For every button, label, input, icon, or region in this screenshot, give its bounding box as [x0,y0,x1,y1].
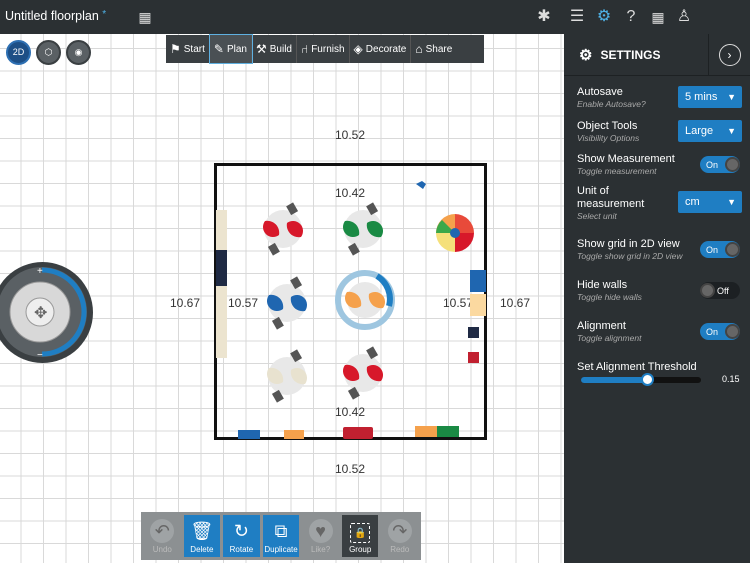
slider-thumb[interactable] [641,373,654,386]
heart-icon: ♥ [308,519,333,543]
button-label: Like? [311,545,331,554]
table-group[interactable] [343,346,383,400]
chevron-right-icon: › [718,44,741,66]
button-label: Redo [390,545,410,554]
stool[interactable] [468,352,479,363]
menu-icon[interactable]: ☰ [566,6,588,28]
setting-label: Set Alignment Threshold [577,361,697,373]
threshold-value: 0.15 [722,374,740,384]
svg-text:−: − [37,350,43,361]
dropdown-value: 5 mins [685,91,718,103]
button-label: Undo [152,545,172,554]
cabinet[interactable] [415,426,437,437]
toggle-text: Off [717,285,729,296]
setting-threshold: Set Alignment Threshold [577,361,742,374]
button-label: Duplicate [264,545,298,554]
toggle-text: On [706,326,719,337]
round-rug[interactable] [436,214,474,252]
toggle-knob [725,324,740,339]
group-button[interactable]: 🔒 Group [341,515,379,557]
alignment-toggle[interactable]: On [700,323,740,340]
rotate-icon: ↻ [233,520,249,541]
setting-show-measurement: Show Measurement Toggle measurement On [577,153,742,177]
setting-autosave: Autosave Enable Autosave? 5 mins ▼ [577,86,742,110]
user-icon[interactable]: ♙ [673,6,695,28]
table-group[interactable] [267,276,307,330]
cabinet[interactable] [238,430,260,439]
button-label: Group [349,545,372,554]
svg-text:✥: ✥ [34,305,47,322]
cabinet[interactable] [470,294,486,316]
setting-label: Unit of measurement [577,185,645,210]
button-label: Delete [190,545,214,554]
caret-down-icon: ▼ [727,126,736,136]
help-icon[interactable]: ? [620,6,642,28]
dropdown-value: Large [685,125,714,137]
settings-title: SETTINGS [600,47,661,62]
setting-hide-walls: Hide walls Toggle hide walls Off [577,279,742,303]
duplicate-icon: ⧉ [274,520,288,541]
gear-icon: ⚙ [579,46,593,64]
table-group-selected[interactable] [335,270,395,330]
setting-unit: Unit of measurement Select unit cm ▼ [577,185,742,222]
settings-icon[interactable]: ⚙ [593,6,615,28]
catalog-icon[interactable]: ▦ [647,6,669,28]
table-group[interactable] [267,349,307,403]
toggle-knob [700,283,715,298]
slider-fill [581,377,647,383]
unit-dropdown[interactable]: cm ▼ [678,191,742,213]
toggle-knob [725,242,740,257]
like-button[interactable]: ♥ Like? [302,515,339,557]
settings-next-button[interactable]: › [708,34,750,76]
caret-down-icon: ▼ [727,197,736,207]
table-group[interactable] [263,202,303,256]
cabinet[interactable] [343,427,373,439]
show-measurement-toggle[interactable]: On [700,156,740,173]
redo-icon: ↷ [387,519,412,543]
plant[interactable] [416,181,426,189]
cabinet[interactable] [470,270,486,292]
delete-button[interactable]: 🗑 Delete [183,515,221,557]
cabinet[interactable] [284,430,304,439]
bottom-toolbar: ↶ Undo 🗑 Delete ↻ Rotate ⧉ Duplicate ♥ Like? … [141,512,421,560]
navigation-joystick[interactable]: ✥ + − [0,262,93,363]
redo-button[interactable]: ↷ Redo [381,515,418,557]
bench[interactable] [216,250,227,286]
toggle-knob [725,157,740,172]
show-grid-toggle[interactable]: On [700,241,740,258]
toggle-text: On [706,244,719,255]
toggle-text: On [706,159,719,170]
joystick-graphic: ✥ + − [0,266,87,361]
threshold-slider[interactable] [581,373,701,386]
object-tools-dropdown[interactable]: Large ▼ [678,120,742,142]
autosave-dropdown[interactable]: 5 mins ▼ [678,86,742,108]
stool[interactable] [468,327,479,338]
svg-text:+: + [37,266,43,277]
table-group[interactable] [343,202,383,256]
undo-button[interactable]: ↶ Undo [144,515,181,557]
duplicate-button[interactable]: ⧉ Duplicate [262,515,300,557]
dropdown-value: cm [685,196,700,208]
undo-icon: ↶ [150,519,175,543]
caret-down-icon: ▼ [727,92,736,102]
hide-walls-toggle[interactable]: Off [700,282,740,299]
settings-panel: ⚙ SETTINGS › Autosave Enable Autosave? 5 … [564,34,750,563]
trash-icon: 🗑 [190,520,214,541]
button-label: Rotate [229,545,254,554]
bench[interactable] [216,286,227,358]
setting-object-tools: Object Tools Visibility Options Large ▼ [577,120,742,144]
rotate-button[interactable]: ↻ Rotate [223,515,260,557]
setting-alignment: Alignment Toggle alignment On [577,320,742,344]
cabinet[interactable] [437,426,459,437]
setting-show-grid: Show grid in 2D view Toggle show grid in… [577,238,742,262]
group-icon: 🔒 [350,523,371,543]
bench[interactable] [216,210,227,250]
